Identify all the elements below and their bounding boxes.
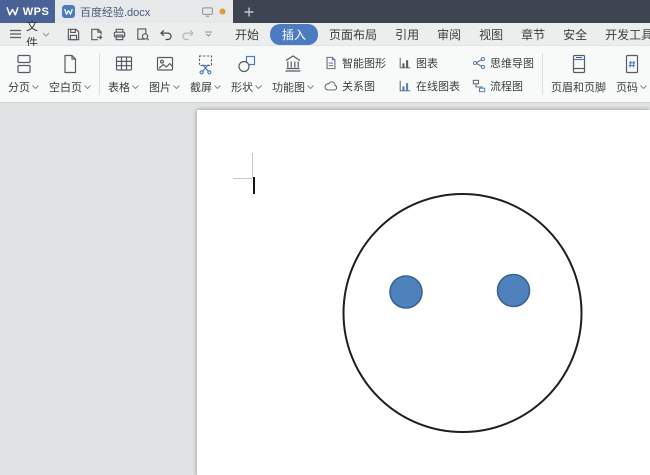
document-tab-title: 百度经验.docx [80, 6, 151, 19]
wps-logo-icon [6, 6, 19, 17]
document-tab[interactable]: 百度经验.docx [55, 0, 233, 23]
new-tab-button[interactable] [233, 0, 265, 23]
relation-diagram-label: 关系图 [342, 80, 375, 93]
screenshot-label: 截屏 [190, 82, 212, 94]
table-icon [113, 53, 135, 75]
shapes-label: 形状 [231, 82, 253, 94]
relation-diagram-button[interactable]: 关系图 [324, 74, 386, 97]
header-footer-button[interactable]: 页眉和页脚 [546, 51, 611, 97]
page-number-button[interactable]: 页码 [611, 51, 650, 97]
relation-diagram-icon [324, 79, 338, 93]
chart-icon [398, 56, 412, 70]
flowchart-button[interactable]: 流程图 [472, 74, 534, 97]
online-chart-label: 在线图表 [416, 80, 460, 93]
tab-security[interactable]: 安全 [554, 24, 596, 45]
shapes-button[interactable]: 形状 [226, 51, 267, 97]
header-footer-label: 页眉和页脚 [551, 82, 606, 94]
print-preview-icon[interactable] [135, 27, 150, 42]
picture-icon [154, 53, 176, 75]
face-outline-shape[interactable] [342, 193, 583, 433]
ribbon-separator [99, 53, 100, 95]
page-break-icon [13, 53, 35, 75]
mind-map-icon [472, 56, 486, 70]
page-number-label: 页码 [616, 82, 638, 94]
chart-label: 图表 [416, 57, 438, 70]
diagram-small-buttons: 智能图形 关系图 图表 在线图表 思维导图 流程图 [324, 51, 534, 97]
menu-tabs: 开始 插入 页面布局 引用 审阅 视图 章节 安全 开发工具 特色应用 文档助手 [226, 23, 650, 45]
document-icon [62, 5, 75, 18]
flowchart-label: 流程图 [490, 80, 523, 93]
export-pdf-icon[interactable] [89, 27, 104, 42]
tab-page-layout[interactable]: 页面布局 [320, 24, 386, 45]
tab-section[interactable]: 章节 [512, 24, 554, 45]
titlebar: WPS 百度经验.docx [0, 0, 650, 23]
smart-graphics-button[interactable]: 智能图形 [324, 51, 386, 74]
customize-toolbar-icon[interactable] [204, 31, 213, 37]
header-footer-icon [568, 53, 590, 75]
tab-home[interactable]: 开始 [226, 24, 268, 45]
ribbon-insert: 分页 空白页 表格 图片 截屏 形状 功能图 智能图形 关系图 图表 在线图表 … [0, 46, 650, 103]
smart-graphics-label: 智能图形 [342, 57, 386, 70]
table-button[interactable]: 表格 [103, 51, 144, 97]
function-diagram-label: 功能图 [272, 82, 305, 94]
blank-page-label: 空白页 [49, 82, 82, 94]
redo-icon[interactable] [181, 27, 196, 42]
table-label: 表格 [108, 82, 130, 94]
wps-logo-text: WPS [22, 5, 50, 18]
monitor-icon[interactable] [201, 5, 214, 18]
document-workspace [0, 103, 650, 475]
chart-button[interactable]: 图表 [398, 51, 460, 74]
left-eye-shape[interactable] [389, 275, 423, 309]
smart-graphics-icon [324, 56, 338, 70]
picture-label: 图片 [149, 82, 171, 94]
tab-dev-tools[interactable]: 开发工具 [596, 24, 650, 45]
right-eye-shape[interactable] [496, 273, 531, 308]
online-chart-icon [398, 79, 412, 93]
save-icon[interactable] [66, 27, 81, 42]
menubar: 文件 开始 插入 页面布局 引用 审阅 视图 章节 安全 开发工具 [0, 19, 650, 50]
status-dot-icon [219, 8, 226, 15]
function-diagram-icon [282, 53, 304, 75]
picture-button[interactable]: 图片 [144, 51, 185, 97]
online-chart-button[interactable]: 在线图表 [398, 74, 460, 97]
undo-icon[interactable] [158, 27, 173, 42]
mind-map-button[interactable]: 思维导图 [472, 51, 534, 74]
blank-page-icon [59, 53, 81, 75]
flowchart-icon [472, 79, 486, 93]
quick-access-toolbar [57, 27, 222, 42]
chevron-down-icon [42, 32, 50, 37]
document-page[interactable] [197, 110, 650, 475]
tab-view[interactable]: 视图 [470, 24, 512, 45]
blank-page-button[interactable]: 空白页 [44, 51, 96, 97]
page-break-button[interactable]: 分页 [3, 51, 44, 97]
tab-review[interactable]: 审阅 [428, 24, 470, 45]
function-diagram-button[interactable]: 功能图 [267, 51, 319, 97]
tab-references[interactable]: 引用 [386, 24, 428, 45]
page-break-label: 分页 [8, 82, 30, 94]
shapes-icon [236, 53, 258, 75]
hamburger-icon [9, 29, 22, 39]
page-number-icon [621, 53, 643, 75]
tab-insert[interactable]: 插入 [270, 23, 319, 45]
ribbon-separator [542, 53, 543, 95]
mind-map-label: 思维导图 [490, 57, 534, 70]
screenshot-icon [195, 53, 217, 75]
screenshot-button[interactable]: 截屏 [185, 51, 226, 97]
drawing-canvas [342, 193, 583, 433]
print-icon[interactable] [112, 27, 127, 42]
